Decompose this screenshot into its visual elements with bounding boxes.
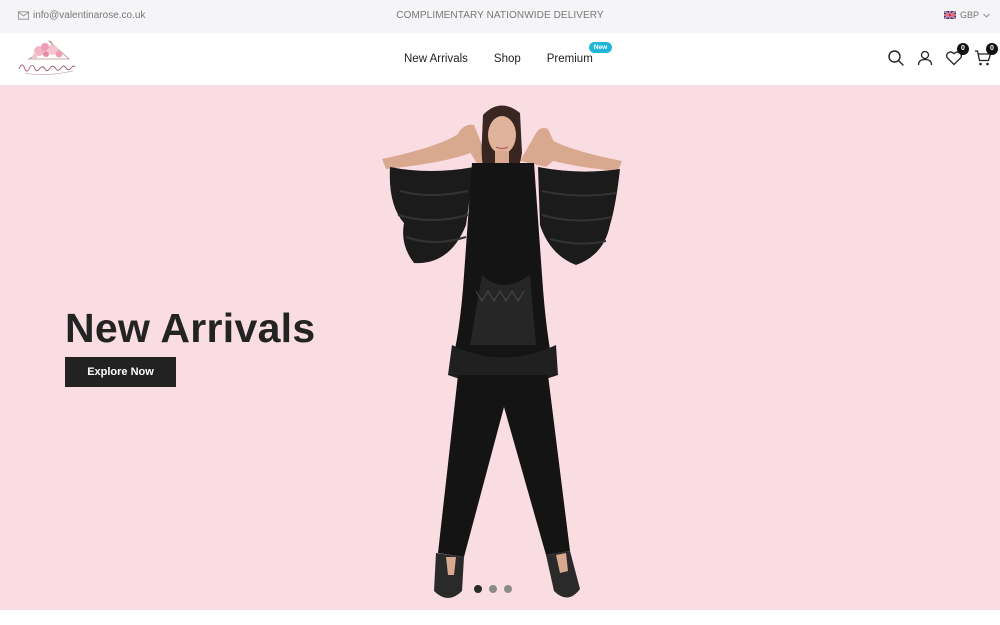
nav-premium-label: Premium	[546, 53, 593, 65]
slider-pagination	[474, 585, 512, 593]
account-button[interactable]	[916, 49, 934, 67]
top-bar: info@valentinarose.co.uk COMPLIMENTARY N…	[0, 0, 1000, 33]
chevron-down-icon	[983, 13, 990, 18]
search-button[interactable]	[887, 49, 905, 67]
nav-new-arrivals-label: New Arrivals	[404, 53, 468, 65]
nav-premium[interactable]: Premium New	[546, 42, 613, 65]
wishlist-button[interactable]: 0	[945, 43, 969, 67]
cart-button[interactable]: 0	[974, 43, 998, 67]
hero-model-image	[382, 105, 622, 598]
main-nav: New Arrivals Shop Premium New	[404, 42, 613, 65]
currency-label: GBP	[959, 10, 979, 20]
new-badge: New	[588, 42, 613, 53]
site-header: New Arrivals Shop Premium New 0 0	[0, 33, 1000, 85]
header-actions: 0 0	[887, 43, 998, 67]
slide-dot-1[interactable]	[474, 585, 482, 593]
search-icon	[888, 50, 904, 66]
slide-dot-3[interactable]	[504, 585, 512, 593]
nav-new-arrivals[interactable]: New Arrivals	[404, 53, 468, 65]
nav-shop[interactable]: Shop	[494, 53, 521, 65]
cart-count: 0	[986, 43, 998, 55]
hero-title: New Arrivals	[65, 305, 316, 351]
explore-now-button[interactable]: Explore Now	[65, 357, 176, 387]
user-icon	[917, 50, 933, 66]
hero-slider: New Arrivals Explore Now	[0, 85, 1000, 610]
delivery-banner: COMPLIMENTARY NATIONWIDE DELIVERY	[396, 10, 604, 21]
wishlist-count: 0	[957, 43, 969, 55]
uk-flag-icon	[943, 11, 956, 19]
page-bottom-strip	[0, 610, 1000, 625]
nav-shop-label: Shop	[493, 53, 521, 65]
currency-selector[interactable]: GBP	[943, 10, 990, 20]
brand-logo[interactable]	[15, 37, 83, 81]
slide-dot-2[interactable]	[489, 585, 497, 593]
